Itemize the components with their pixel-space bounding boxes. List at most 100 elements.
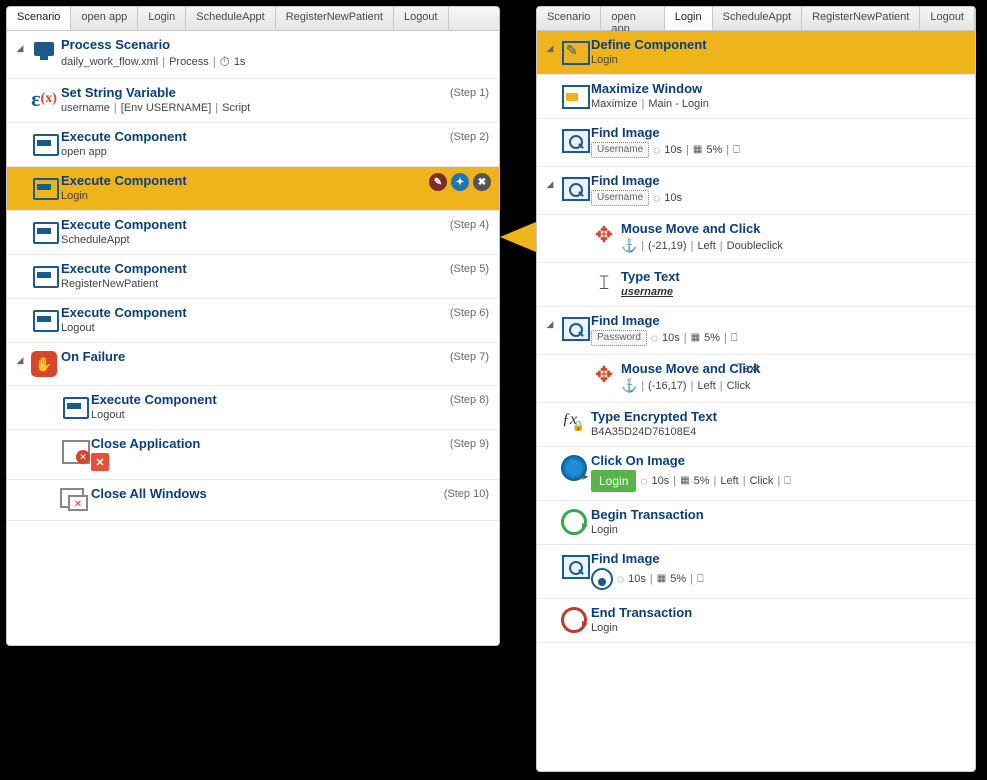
tab-open-app[interactable]: open app <box>601 7 664 30</box>
action-title: Find Image <box>591 125 967 140</box>
tab-registernewpatient[interactable]: RegisterNewPatient <box>802 7 920 30</box>
step-title: Set String Variable <box>61 85 491 100</box>
encrypted-icon <box>560 411 588 435</box>
scenario-tabs: Scenarioopen appLoginScheduleApptRegiste… <box>7 7 499 31</box>
action-title: End Transaction <box>591 605 967 620</box>
step-row[interactable]: ε(x)Set String Variableusername|[Env USE… <box>7 79 499 123</box>
tab-logout[interactable]: Logout <box>920 7 975 30</box>
edit-icon[interactable]: ✎ <box>429 173 447 191</box>
timeout-icon: ◌ <box>640 474 647 488</box>
component-icon <box>30 219 58 243</box>
action-row[interactable]: Click On ImageLogin◌10s|▦5%|Left|Click|⎕ <box>537 447 975 501</box>
action-row[interactable]: ✥Mouse Move and Click⚓|(-21,19)|Left|Dou… <box>537 215 975 263</box>
image-badge: Password <box>591 330 647 346</box>
expand-icon[interactable] <box>13 217 27 223</box>
click-target-icon <box>561 455 587 481</box>
step-number: (Step 4) <box>450 219 489 231</box>
expand-icon[interactable] <box>543 361 557 367</box>
tab-registernewpatient[interactable]: RegisterNewPatient <box>276 7 394 30</box>
action-title: Find Image <box>591 313 967 328</box>
tab-scenario[interactable]: Scenario <box>7 7 71 30</box>
find-image-icon <box>560 175 588 199</box>
action-row[interactable]: Type Encrypted TextB4A35D24D76108E4 <box>537 403 975 447</box>
expand-icon[interactable] <box>543 507 557 513</box>
action-row[interactable]: Begin TransactionLogin <box>537 501 975 545</box>
tab-logout[interactable]: Logout <box>394 7 449 30</box>
expand-icon[interactable]: ◢ <box>13 37 27 54</box>
step-row[interactable]: Execute ComponentLogout(Step 8) <box>7 386 499 430</box>
expand-icon[interactable] <box>13 85 27 91</box>
step-title: On Failure <box>61 349 491 364</box>
action-subtitle: Login <box>591 524 967 536</box>
expand-icon[interactable] <box>543 81 557 87</box>
action-subtitle: Password◌10s|▦5%|⎕ <box>591 330 967 346</box>
expand-icon[interactable] <box>13 173 27 179</box>
action-row[interactable]: Maximize WindowMaximize|Main - Login <box>537 75 975 119</box>
error-chip-icon: ✕ <box>91 453 109 471</box>
expand-icon[interactable] <box>13 129 27 135</box>
expand-icon[interactable] <box>543 605 557 611</box>
step-row[interactable]: Execute ComponentRegisterNewPatient(Step… <box>7 255 499 299</box>
action-row[interactable]: End Transaction Login <box>537 599 975 643</box>
expand-icon[interactable] <box>13 436 27 442</box>
expand-icon[interactable]: ◢ <box>543 173 557 190</box>
tab-scheduleappt[interactable]: ScheduleAppt <box>713 7 803 30</box>
tab-scenario[interactable]: Scenario <box>537 7 601 30</box>
step-row[interactable]: Close Application✕(Step 9) <box>7 430 499 480</box>
image-badge: Username <box>591 190 649 206</box>
tab-login[interactable]: Login <box>665 7 713 30</box>
step-row[interactable]: ◢✋On Failure(Step 7) <box>7 343 499 386</box>
process-scenario-header[interactable]: ◢ Process Scenario daily_work_flow.xml |… <box>7 31 499 79</box>
step-subtitle: Logout <box>61 322 491 334</box>
expand-icon[interactable] <box>13 261 27 267</box>
define-component-header[interactable]: ◢ Define Component Login <box>537 31 975 75</box>
component-icon <box>30 131 58 155</box>
run-icon[interactable]: ✦ <box>451 173 469 191</box>
expand-icon[interactable] <box>13 486 27 492</box>
tab-scheduleappt[interactable]: ScheduleAppt <box>186 7 276 30</box>
expand-icon[interactable]: ◢ <box>13 349 27 366</box>
expand-icon[interactable] <box>543 551 557 557</box>
expand-icon[interactable] <box>543 269 557 275</box>
action-row[interactable]: ◢Find ImageUsername◌10s <box>537 167 975 215</box>
process-scenario-subtitle: daily_work_flow.xml | Process | ⏱ 1s <box>61 54 491 70</box>
step-row[interactable]: Execute ComponentLogin✎✦✖ <box>7 167 499 211</box>
expand-icon[interactable]: ◢ <box>543 313 557 330</box>
expand-icon[interactable]: ◢ <box>543 37 557 54</box>
scenario-panel: Scenarioopen appLoginScheduleApptRegiste… <box>6 6 500 646</box>
tab-open-app[interactable]: open app <box>71 7 138 30</box>
action-subtitle: Login <box>591 622 967 634</box>
step-subtitle: ScheduleAppt <box>61 234 491 246</box>
step-number: (Step 8) <box>450 394 489 406</box>
step-title: Execute Component <box>61 305 491 320</box>
action-subtitle: username <box>621 286 967 298</box>
define-icon <box>560 39 588 63</box>
expand-icon[interactable] <box>13 305 27 311</box>
tab-login[interactable]: Login <box>138 7 186 30</box>
action-row[interactable]: ◢Find ImagePassword◌10s|▦5%|⎕ <box>537 307 975 355</box>
action-row[interactable]: Find ImageUsername◌10s|▦5%|⎕ <box>537 119 975 167</box>
step-row[interactable]: Execute Componentopen app(Step 2) <box>7 123 499 167</box>
action-subtitle: ⚓|(-21,19)|Left|Doubleclick <box>621 238 967 254</box>
step-row[interactable]: Execute ComponentScheduleAppt(Step 4) <box>7 211 499 255</box>
move-icon: ✥ <box>590 223 618 247</box>
expand-icon[interactable] <box>543 221 557 227</box>
action-subtitle: Maximize|Main - Login <box>591 98 967 110</box>
action-row[interactable]: ✥Mouse Move and Click⚓|(-16,17)|Left|Cli… <box>537 355 975 403</box>
expand-icon[interactable] <box>13 392 27 398</box>
expand-icon[interactable] <box>543 409 557 415</box>
action-row[interactable]: 𝙸Type Textusername <box>537 263 975 307</box>
timer-icon: ⏱ <box>220 54 230 70</box>
step-row[interactable]: Close All Windows(Step 10) <box>7 480 499 521</box>
expand-icon[interactable] <box>543 125 557 131</box>
timeout-icon: ◌ <box>617 572 624 586</box>
step-row[interactable]: Execute ComponentLogout(Step 6) <box>7 299 499 343</box>
timeout-icon: ◌ <box>651 331 658 345</box>
process-scenario-title: Process Scenario <box>61 37 491 52</box>
expand-icon[interactable] <box>543 453 557 459</box>
settings-icon[interactable]: ✖ <box>473 173 491 191</box>
step-subtitle: Login <box>61 190 491 202</box>
action-row[interactable]: Find Image◌10s|▦5%|⎕ <box>537 545 975 599</box>
find-image-icon <box>560 553 588 577</box>
connector-arrow <box>500 222 536 252</box>
